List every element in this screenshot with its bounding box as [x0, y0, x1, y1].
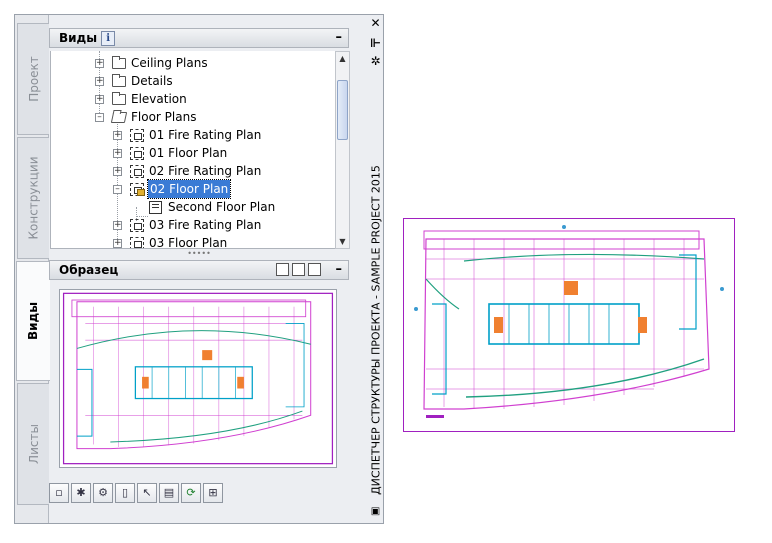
preview-area	[50, 282, 349, 476]
tree-item-ceiling-plans[interactable]: + Ceiling Plans	[51, 54, 335, 72]
collapse-icon[interactable]: –	[95, 113, 104, 122]
add-detail-view-icon[interactable]: ✱	[71, 483, 91, 503]
view-icon	[130, 129, 144, 142]
expand-icon[interactable]: +	[95, 95, 104, 104]
expand-icon[interactable]: +	[113, 239, 122, 248]
tab-views-label: Виды	[26, 301, 41, 341]
collapse-preview-button[interactable]: –	[336, 262, 343, 277]
sheet-view-icon	[149, 201, 162, 214]
tab-views[interactable]: Виды	[16, 261, 50, 381]
tab-sheets-label: Листы	[26, 424, 41, 464]
collapse-icon[interactable]: –	[113, 185, 122, 194]
folder-open-icon	[110, 112, 128, 123]
tree-item-label: Details	[131, 74, 173, 88]
history-icon[interactable]	[276, 263, 289, 276]
tab-sheets[interactable]: Листы	[17, 383, 49, 505]
views-tree[interactable]: + Ceiling Plans + Details + Elevation – …	[50, 51, 335, 249]
preview-panel-header[interactable]: Образец –	[49, 260, 349, 280]
scroll-down-icon[interactable]: ▼	[336, 235, 349, 248]
view-icon	[130, 237, 144, 248]
scroll-up-icon[interactable]: ▲	[336, 52, 349, 65]
splitter-grip[interactable]: •••••	[49, 249, 349, 258]
palette-title: ДИСПЕТЧЕР СТРУКТУРЫ ПРОЕКТА - SAMPLE PRO…	[369, 165, 382, 495]
tree-item-label: 02 Floor Plan	[146, 179, 232, 199]
palette-menu-icon[interactable]: ▣	[369, 505, 382, 518]
tree-item-view[interactable]: + 01 Fire Rating Plan	[51, 126, 335, 144]
tree-item-label: Floor Plans	[131, 110, 197, 124]
tab-project-label: Проект	[26, 56, 41, 102]
auto-hide-icon[interactable]: ⊩	[369, 37, 382, 50]
tree-item-label: 03 Fire Rating Plan	[149, 218, 262, 232]
vertical-tab-strip: Проект Конструкции Виды Листы	[15, 15, 50, 523]
zoom-window-icon[interactable]	[308, 263, 321, 276]
floor-plan-thumbnail	[62, 292, 334, 465]
view-icon	[130, 219, 144, 232]
info-icon[interactable]: i	[101, 30, 116, 46]
folder-icon	[112, 56, 126, 69]
tree-item-label: 01 Fire Rating Plan	[149, 128, 262, 142]
collapse-views-button[interactable]: –	[336, 30, 343, 45]
tree-item-label: Ceiling Plans	[131, 56, 208, 70]
tree-item-label: 03 Floor Plan	[149, 236, 228, 249]
tree-item-details[interactable]: + Details	[51, 72, 335, 90]
refresh-icon[interactable]: ⟳	[181, 483, 201, 503]
view-icon	[130, 147, 144, 160]
project-navigator-palette: Проект Конструкции Виды Листы Виды i – +…	[14, 14, 384, 524]
expand-icon[interactable]: +	[113, 149, 122, 158]
preview-canvas[interactable]	[59, 289, 337, 468]
preview-panel-title: Образец	[59, 263, 119, 277]
select-icon[interactable]: ↖	[137, 483, 157, 503]
view-icon	[130, 165, 144, 178]
close-icon[interactable]: ✕	[369, 17, 382, 30]
folder-icon	[112, 92, 126, 105]
tree-item-view[interactable]: + 02 Fire Rating Plan	[51, 162, 335, 180]
fit-view-icon[interactable]	[292, 263, 305, 276]
tree-item-label: 02 Fire Rating Plan	[149, 164, 262, 178]
expand-icon[interactable]: +	[113, 221, 122, 230]
tab-constructs[interactable]: Конструкции	[17, 137, 49, 259]
preview-toolbar	[276, 263, 322, 277]
expand-icon[interactable]: +	[95, 77, 104, 86]
tree-item-label: Second Floor Plan	[168, 200, 276, 214]
tree-item-view-selected[interactable]: – 02 Floor Plan	[51, 179, 335, 199]
palette-title-bar[interactable]: ✕ ⊩ ✲ ДИСПЕТЧЕР СТРУКТУРЫ ПРОЕКТА - SAMP…	[367, 15, 384, 523]
tree-item-elevation[interactable]: + Elevation	[51, 90, 335, 108]
tree-item-label: Elevation	[131, 92, 187, 106]
add-section-view-icon[interactable]: ⚙	[93, 483, 113, 503]
tab-project[interactable]: Проект	[17, 23, 49, 135]
views-toolbar: ▫ ✱ ⚙ ▯ ↖ ▤ ⟳ ⊞	[49, 483, 229, 507]
properties-icon[interactable]: ▤	[159, 483, 179, 503]
tree-item-floor-plans[interactable]: – Floor Plans	[51, 108, 335, 126]
floor-plan-thumbnail-drawing	[62, 292, 334, 465]
add-sheet-icon[interactable]: ▯	[115, 483, 135, 503]
lock-icon	[137, 189, 145, 196]
floor-plan-drawing-linework	[414, 225, 724, 418]
tree-item-label: 01 Floor Plan	[149, 146, 228, 160]
floor-plan-drawing	[414, 225, 724, 418]
reindex-icon[interactable]: ⊞	[203, 483, 223, 503]
views-panel-header[interactable]: Виды i –	[49, 28, 349, 48]
properties-menu-icon[interactable]: ✲	[369, 55, 382, 68]
scroll-thumb[interactable]	[337, 80, 348, 140]
expand-icon[interactable]: +	[95, 59, 104, 68]
tab-constructs-label: Конструкции	[26, 156, 41, 240]
tree-scrollbar[interactable]: ▲ ▼	[335, 51, 350, 249]
expand-icon[interactable]: +	[113, 131, 122, 140]
tree-item-sheet-view[interactable]: Second Floor Plan	[51, 198, 335, 216]
tree-item-view[interactable]: + 01 Floor Plan	[51, 144, 335, 162]
folder-icon	[112, 74, 126, 87]
drawing-canvas[interactable]	[403, 218, 735, 432]
tree-item-view[interactable]: + 03 Fire Rating Plan	[51, 216, 335, 234]
add-view-icon[interactable]: ▫	[49, 483, 69, 503]
tree-item-view[interactable]: + 03 Floor Plan	[51, 234, 335, 249]
views-panel-title: Виды	[59, 31, 98, 45]
expand-icon[interactable]: +	[113, 167, 122, 176]
